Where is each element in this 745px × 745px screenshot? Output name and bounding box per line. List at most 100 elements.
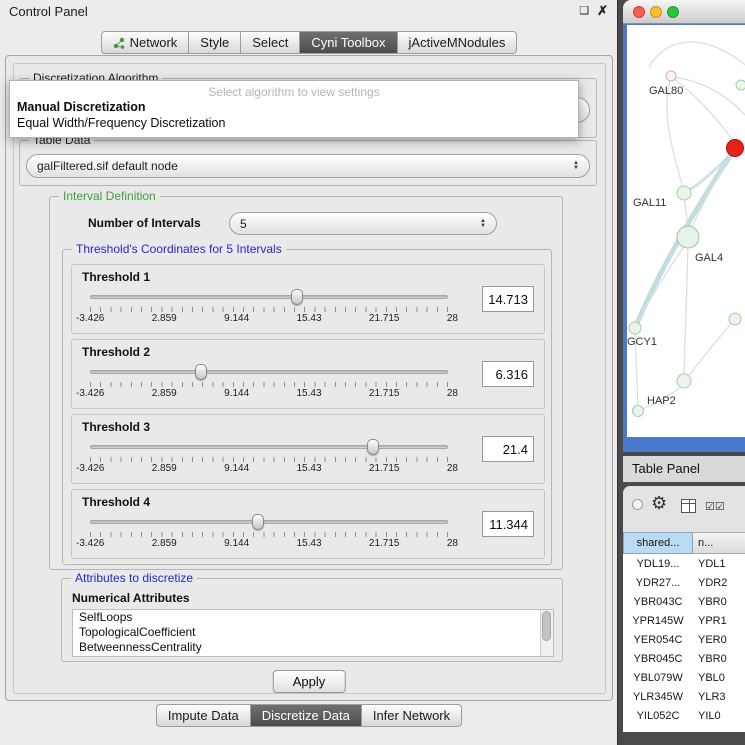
network-canvas[interactable]: GAL80 GAL11 GAL4 GCY1 HAP2 (627, 25, 745, 437)
cell[interactable]: YLR3 (693, 691, 745, 703)
threshold-3-value-field[interactable] (482, 436, 534, 462)
float-window-icon[interactable]: ❑ (579, 4, 589, 18)
node-label-gal80[interactable]: GAL80 (649, 85, 683, 97)
threshold-3-slider[interactable] (90, 439, 448, 455)
table-row[interactable]: YBR045CYBR0 (623, 649, 745, 668)
threshold-2-value-field[interactable] (482, 361, 534, 387)
slider-thumb[interactable] (252, 514, 264, 530)
tab-impute-data[interactable]: Impute Data (156, 704, 251, 727)
dropdown-item-equal-width-frequency[interactable]: Equal Width/Frequency Discretization (10, 115, 578, 131)
gear-icon[interactable]: ⚙ (651, 493, 667, 514)
threshold-1-row: Threshold 1 -3.426 2.859 9.144 15.43 21.… (71, 264, 545, 334)
tab-style[interactable]: Style (189, 31, 241, 54)
tab-jactivemnodules[interactable]: jActiveMNodules (398, 31, 518, 54)
algorithm-dropdown-list: Select algorithm to view settings Manual… (9, 80, 579, 138)
slider-track[interactable] (90, 370, 448, 374)
dropdown-item-manual-discretization[interactable]: Manual Discretization (10, 99, 578, 115)
cell[interactable]: YDL1 (693, 558, 745, 570)
minimize-traffic-light-icon[interactable] (650, 6, 662, 18)
scale-label: 21.715 (369, 313, 400, 324)
list-item[interactable]: TopologicalCoefficient (73, 625, 553, 640)
table-row[interactable]: YBR043CYBR0 (623, 592, 745, 611)
scale-label: 2.859 (152, 388, 177, 399)
node-label-hap2[interactable]: HAP2 (647, 395, 676, 407)
column-header-name[interactable]: n... (693, 532, 745, 554)
node-label-gal11[interactable]: GAL11 (633, 197, 666, 209)
combo-selected-value: galFiltered.sif default node (37, 159, 178, 173)
tab-network[interactable]: Network (101, 31, 190, 54)
slider-thumb[interactable] (367, 439, 379, 455)
combo-stepper-icon[interactable]: ▲ ▼ (474, 219, 486, 229)
cell[interactable]: YBR0 (693, 596, 745, 608)
network-node[interactable] (736, 80, 745, 90)
show-columns-icon[interactable] (681, 499, 696, 513)
number-of-intervals-combobox[interactable]: 5 ▲ ▼ (229, 212, 497, 235)
table-row[interactable]: YER054CYER0 (623, 630, 745, 649)
table-row[interactable]: YLR345WYLR3 (623, 687, 745, 706)
cell[interactable]: YPR1 (693, 615, 745, 627)
table-row[interactable]: YDR27...YDR2 (623, 573, 745, 592)
select-columns-icon[interactable]: ☑☑ (705, 500, 725, 513)
network-node[interactable] (729, 313, 741, 325)
cell[interactable]: YIL0 (693, 710, 745, 722)
slider-track[interactable] (90, 520, 448, 524)
window-dot-icon[interactable] (632, 499, 643, 510)
combo-stepper-icon[interactable]: ▲ ▼ (567, 161, 579, 171)
zoom-traffic-light-icon[interactable] (667, 6, 679, 18)
threshold-4-slider[interactable] (90, 514, 448, 530)
cell[interactable]: YDR2 (693, 577, 745, 589)
threshold-1-value-field[interactable] (482, 286, 534, 312)
network-window-titlebar[interactable] (623, 0, 745, 24)
tab-select[interactable]: Select (241, 31, 300, 54)
table-row[interactable]: YBL079WYBL0 (623, 668, 745, 687)
slider-thumb[interactable] (195, 364, 207, 380)
apply-button[interactable]: Apply (273, 670, 346, 693)
network-icon (113, 37, 125, 49)
numerical-attributes-list[interactable]: SelfLoops TopologicalCoefficient Between… (72, 609, 554, 657)
cell[interactable]: YIL052C (623, 710, 693, 722)
list-item[interactable]: BetweennessCentrality (73, 640, 553, 655)
list-scrollbar[interactable] (540, 610, 553, 656)
cell[interactable]: YDL19... (623, 558, 693, 570)
cell[interactable]: YBL0 (693, 672, 745, 684)
close-window-icon[interactable]: ✗ (597, 4, 608, 18)
slider-thumb[interactable] (291, 289, 303, 305)
cell[interactable]: YBL079W (623, 672, 693, 684)
network-node[interactable] (629, 322, 641, 334)
scrollbar-thumb[interactable] (542, 611, 551, 641)
network-node[interactable] (666, 71, 676, 81)
cell[interactable]: YER0 (693, 634, 745, 646)
cell[interactable]: YPR145W (623, 615, 693, 627)
threshold-1-slider[interactable] (90, 289, 448, 305)
slider-track[interactable] (90, 445, 448, 449)
network-node[interactable] (633, 406, 644, 417)
table-row[interactable]: YDL19...YDL1 (623, 554, 745, 573)
number-of-intervals-label: Number of Intervals (88, 216, 201, 230)
cell[interactable]: YLR345W (623, 691, 693, 703)
table-data-combobox[interactable]: galFiltered.sif default node ▲ ▼ (26, 154, 590, 178)
node-label-gcy1[interactable]: GCY1 (627, 336, 657, 348)
cell[interactable]: YBR0 (693, 653, 745, 665)
column-header-shared-name[interactable]: shared... (623, 532, 693, 554)
network-node[interactable] (677, 374, 691, 388)
scale-label: 15.43 (297, 538, 322, 549)
cell[interactable]: YER054C (623, 634, 693, 646)
close-traffic-light-icon[interactable] (633, 6, 645, 18)
tab-cyni-toolbox[interactable]: Cyni Toolbox (300, 31, 397, 54)
cell[interactable]: YBR043C (623, 596, 693, 608)
table-row[interactable]: YIL052CYIL0 (623, 706, 745, 725)
table-row[interactable]: YPR145WYPR1 (623, 611, 745, 630)
node-label-gal4[interactable]: GAL4 (695, 252, 723, 264)
network-node-selected[interactable] (727, 140, 744, 157)
cell[interactable]: YDR27... (623, 577, 693, 589)
threshold-4-value-field[interactable] (482, 511, 534, 537)
tab-discretize-data[interactable]: Discretize Data (251, 704, 362, 727)
group-title: Attributes to discretize (71, 571, 197, 585)
network-node[interactable] (677, 226, 699, 248)
list-item[interactable]: SelfLoops (73, 610, 553, 625)
network-node[interactable] (677, 186, 691, 200)
tab-infer-network[interactable]: Infer Network (362, 704, 462, 727)
threshold-2-slider[interactable] (90, 364, 448, 380)
slider-track[interactable] (90, 295, 448, 299)
cell[interactable]: YBR045C (623, 653, 693, 665)
